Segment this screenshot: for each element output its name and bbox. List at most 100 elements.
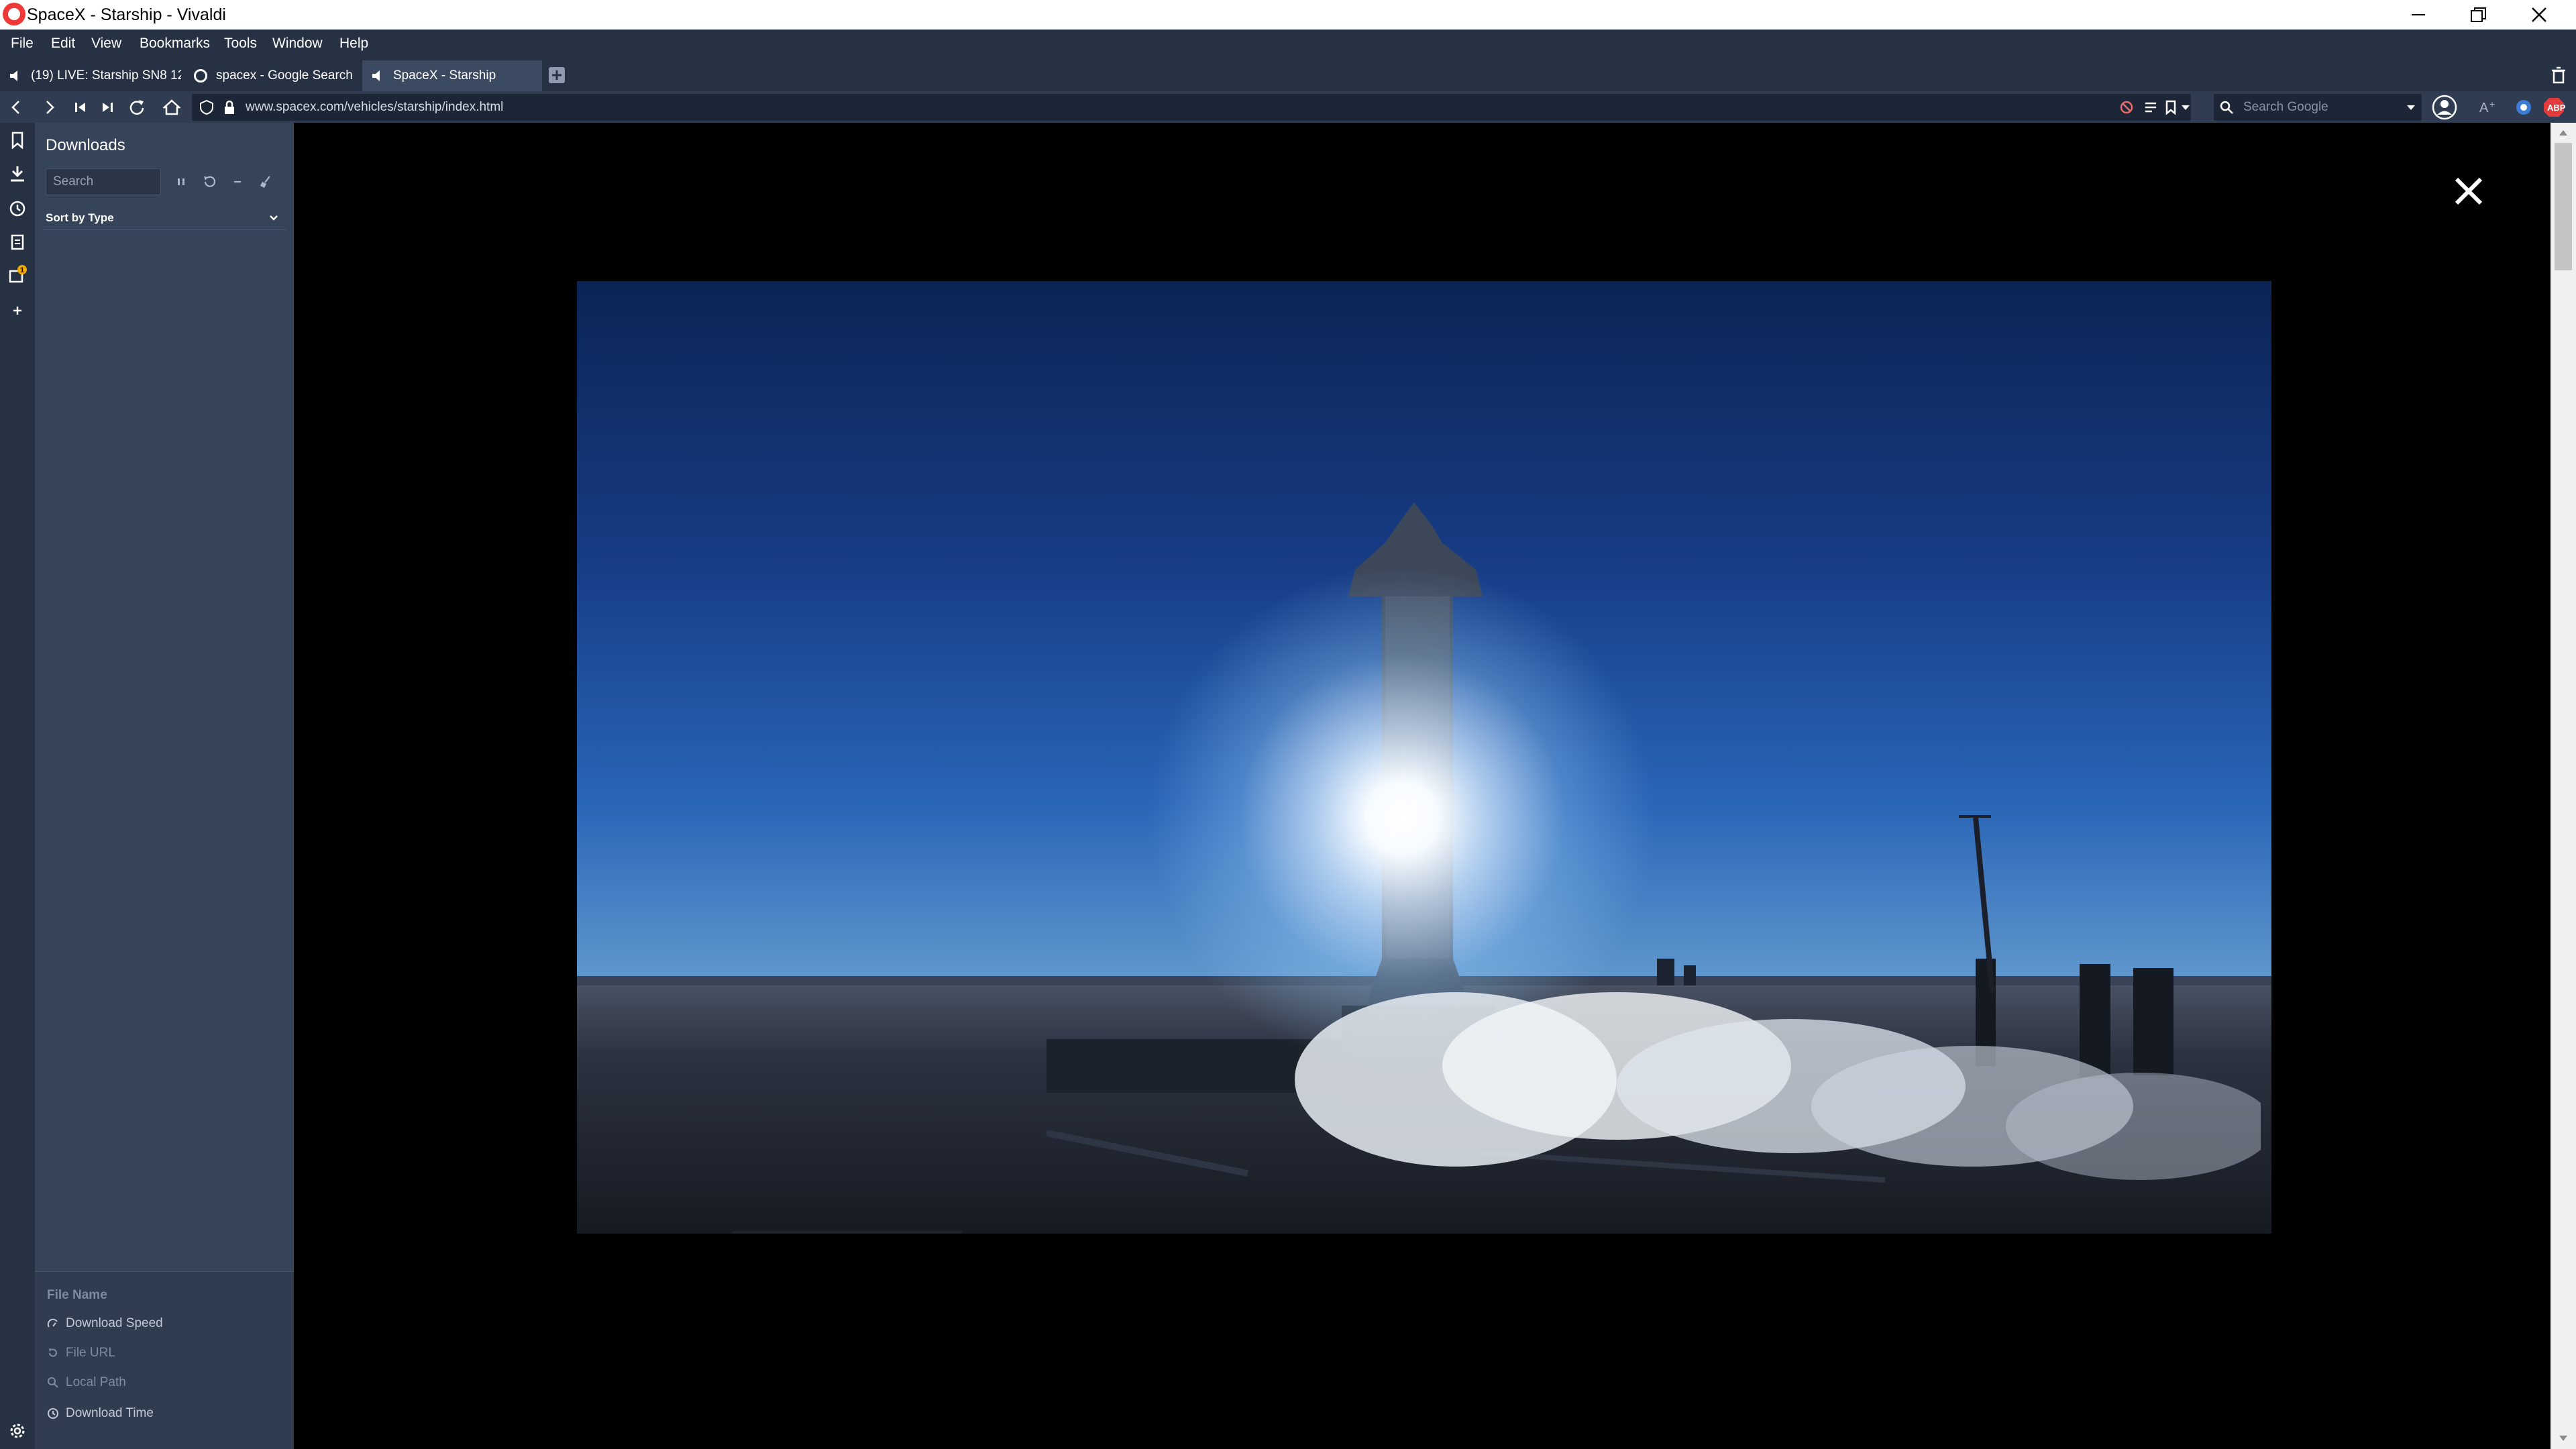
menu-edit[interactable]: Edit (51, 30, 75, 58)
menu-tools[interactable]: Tools (224, 30, 257, 58)
extension-button[interactable] (2514, 98, 2533, 117)
detail-file-name: File Name (47, 1285, 107, 1305)
adblock-extension-button[interactable]: ABP (2542, 97, 2565, 118)
svg-text:A: A (2479, 101, 2489, 115)
title-bar: SpaceX - Starship - Vivaldi (0, 0, 2576, 30)
menu-help[interactable]: Help (339, 30, 368, 58)
svg-text:+: + (2489, 99, 2495, 109)
pause-all-button[interactable] (168, 168, 195, 195)
detail-file-url: File URL (47, 1343, 115, 1363)
minimize-icon (2412, 14, 2425, 15)
scroll-down-icon[interactable] (2557, 1432, 2569, 1444)
window-panel-icon: 1 (9, 265, 27, 283)
detail-download-speed: Download Speed (47, 1313, 163, 1334)
cleanup-button[interactable] (252, 168, 279, 195)
panel-history-button[interactable] (4, 195, 31, 222)
back-arrow-icon (11, 101, 19, 114)
detail-label: File URL (66, 1346, 115, 1360)
add-web-panel-button[interactable] (4, 297, 31, 324)
detail-download-time: Download Time (47, 1403, 154, 1424)
detail-label: Local Path (66, 1375, 126, 1389)
close-icon (2455, 177, 2483, 205)
rewind-button[interactable] (67, 95, 94, 119)
home-button[interactable] (158, 95, 185, 119)
tab-label: spacex - Google Search (216, 68, 353, 83)
scroll-up-icon[interactable] (2557, 127, 2569, 139)
video-player[interactable]: T – 08 : 19 (577, 281, 2271, 1234)
menu-bar: File Edit View Bookmarks Tools Window He… (0, 30, 2576, 58)
panel-strip: 1 (0, 123, 35, 1449)
sort-select[interactable]: Sort by Type (43, 206, 286, 230)
history-icon (204, 176, 216, 187)
bookmark-icon[interactable] (2163, 99, 2179, 115)
forward-button[interactable] (36, 95, 63, 119)
tab-google-search[interactable]: spacex - Google Search (185, 60, 360, 91)
panel-notes-button[interactable] (4, 229, 31, 256)
retry-button[interactable] (196, 168, 223, 195)
panel-downloads-button[interactable] (4, 160, 31, 187)
trash-icon (2552, 66, 2565, 84)
notes-icon (11, 234, 24, 250)
reload-icon (129, 100, 144, 115)
reload-button[interactable] (123, 95, 150, 119)
speed-icon (47, 1318, 59, 1330)
tab-bar: (19) LIVE: Starship SN8 12.5 spacex - Go… (0, 58, 2576, 91)
speaker-icon (369, 67, 386, 85)
close-video-button[interactable] (2447, 170, 2490, 213)
trash-button[interactable] (2549, 66, 2568, 85)
reader-view-icon[interactable] (2143, 99, 2159, 115)
close-window-button[interactable] (2509, 0, 2569, 30)
countdown-overlay (733, 1231, 962, 1234)
tab-label: SpaceX - Starship (393, 68, 496, 83)
adblock-icon: ABP (2544, 98, 2565, 117)
url-text[interactable]: www.spacex.com/vehicles/starship/index.h… (246, 94, 503, 121)
user-avatar-icon (2432, 95, 2457, 120)
panel-window-button[interactable]: 1 (4, 261, 31, 288)
fast-forward-button[interactable] (94, 95, 121, 119)
chevron-down-icon[interactable] (2179, 99, 2192, 115)
url-field[interactable]: www.spacex.com/vehicles/starship/index.h… (192, 94, 2191, 121)
menu-bookmarks[interactable]: Bookmarks (140, 30, 210, 58)
search-icon[interactable] (2219, 100, 2235, 115)
new-tab-button[interactable] (547, 66, 566, 85)
panel-bookmarks-button[interactable] (4, 127, 31, 154)
translate-icon: A + (2479, 99, 2495, 115)
clock-icon (47, 1407, 59, 1419)
extension-icon (2516, 100, 2531, 115)
chevron-down-icon[interactable] (2404, 100, 2418, 115)
restore-icon (2471, 7, 2486, 22)
settings-button[interactable] (4, 1417, 31, 1444)
menu-view[interactable]: View (91, 30, 121, 58)
panel-title: Downloads (46, 136, 125, 154)
back-button[interactable] (3, 95, 30, 119)
search-input[interactable] (2243, 94, 2398, 121)
minimize-button[interactable] (2388, 0, 2449, 30)
downloads-panel: Downloads Sort by Type File Name Downloa… (35, 123, 294, 1449)
blocker-icon[interactable] (2118, 99, 2135, 115)
home-icon (163, 99, 180, 115)
downloads-search-input[interactable] (46, 168, 161, 195)
chevron-down-icon (270, 215, 278, 221)
pause-icon (178, 178, 184, 185)
shield-icon[interactable] (199, 99, 215, 115)
fast-forward-icon (103, 103, 113, 112)
translate-button[interactable]: A + (2478, 98, 2501, 117)
search-icon (47, 1377, 59, 1389)
menu-file[interactable]: File (11, 30, 34, 58)
scroll-thumb[interactable] (2555, 143, 2572, 270)
search-engine-field[interactable] (2214, 94, 2422, 121)
minus-icon (234, 180, 241, 183)
tab-starship-live[interactable]: (19) LIVE: Starship SN8 12.5 (0, 60, 181, 91)
menu-window[interactable]: Window (272, 30, 323, 58)
restore-button[interactable] (2449, 0, 2509, 30)
download-details: File Name Download Speed File URL Local … (35, 1271, 294, 1449)
broom-icon (260, 176, 270, 188)
rewind-icon (75, 103, 85, 112)
profile-button[interactable] (2431, 94, 2458, 121)
clock-icon (9, 201, 25, 217)
clear-button[interactable] (224, 168, 251, 195)
lock-icon[interactable] (221, 99, 237, 115)
tab-spacex-starship[interactable]: SpaceX - Starship (362, 60, 542, 91)
plus-icon (13, 307, 21, 315)
vertical-scrollbar[interactable] (2551, 123, 2576, 1449)
